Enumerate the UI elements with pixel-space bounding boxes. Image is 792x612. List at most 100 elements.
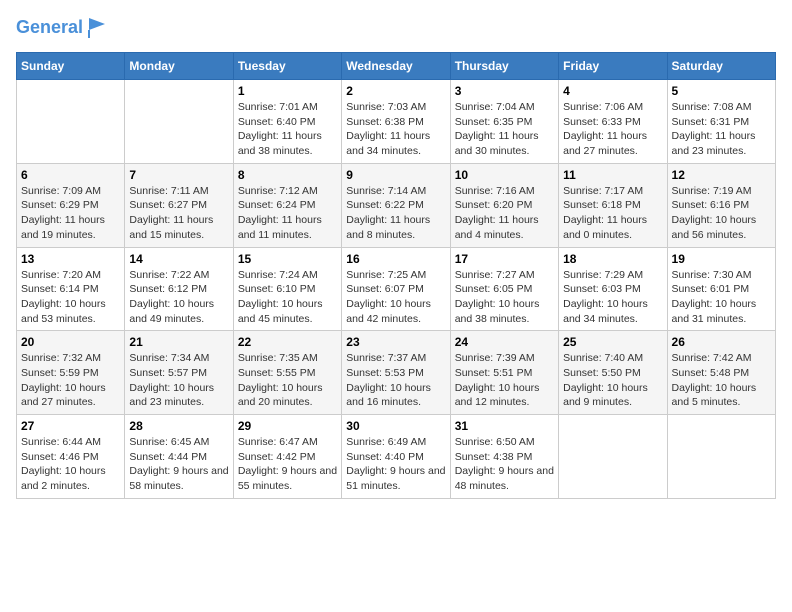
day-number: 20 [21,335,120,349]
day-info: Sunrise: 6:50 AM Sunset: 4:38 PM Dayligh… [455,435,554,494]
calendar-cell: 23 Sunrise: 7:37 AM Sunset: 5:53 PM Dayli… [342,331,450,415]
day-number: 21 [129,335,228,349]
calendar-cell: 21 Sunrise: 7:34 AM Sunset: 5:57 PM Dayli… [125,331,233,415]
day-info: Sunrise: 7:14 AM Sunset: 6:22 PM Dayligh… [346,184,445,243]
dow-header-thursday: Thursday [450,53,558,80]
calendar-cell: 20 Sunrise: 7:32 AM Sunset: 5:59 PM Dayli… [17,331,125,415]
day-info: Sunrise: 7:22 AM Sunset: 6:12 PM Dayligh… [129,268,228,327]
day-number: 22 [238,335,337,349]
calendar-cell: 12 Sunrise: 7:19 AM Sunset: 6:16 PM Dayli… [667,163,775,247]
calendar-cell: 1 Sunrise: 7:01 AM Sunset: 6:40 PM Daylig… [233,80,341,164]
dow-header-friday: Friday [559,53,667,80]
day-info: Sunrise: 7:29 AM Sunset: 6:03 PM Dayligh… [563,268,662,327]
page-header: General [16,16,776,40]
calendar-cell: 6Sunrise: 7:09 AM Sunset: 6:29 PM Daylig… [17,163,125,247]
calendar-cell: 7 Sunrise: 7:11 AM Sunset: 6:27 PM Daylig… [125,163,233,247]
day-number: 24 [455,335,554,349]
days-of-week-row: SundayMondayTuesdayWednesdayThursdayFrid… [17,53,776,80]
day-number: 30 [346,419,445,433]
week-row-1: 1 Sunrise: 7:01 AM Sunset: 6:40 PM Daylig… [17,80,776,164]
day-number: 27 [21,419,120,433]
day-number: 5 [672,84,771,98]
day-number: 11 [563,168,662,182]
calendar-cell: 10Sunrise: 7:16 AM Sunset: 6:20 PM Dayli… [450,163,558,247]
day-number: 7 [129,168,228,182]
day-info: Sunrise: 7:40 AM Sunset: 5:50 PM Dayligh… [563,351,662,410]
day-number: 4 [563,84,662,98]
calendar-cell: 8Sunrise: 7:12 AM Sunset: 6:24 PM Daylig… [233,163,341,247]
day-number: 12 [672,168,771,182]
day-info: Sunrise: 7:25 AM Sunset: 6:07 PM Dayligh… [346,268,445,327]
calendar-cell: 3 Sunrise: 7:04 AM Sunset: 6:35 PM Daylig… [450,80,558,164]
calendar-cell: 2Sunrise: 7:03 AM Sunset: 6:38 PM Daylig… [342,80,450,164]
day-number: 3 [455,84,554,98]
day-info: Sunrise: 7:01 AM Sunset: 6:40 PM Dayligh… [238,100,337,159]
day-info: Sunrise: 7:27 AM Sunset: 6:05 PM Dayligh… [455,268,554,327]
day-number: 1 [238,84,337,98]
calendar-cell: 29 Sunrise: 6:47 AM Sunset: 4:42 PM Dayli… [233,415,341,499]
calendar-cell: 19 Sunrise: 7:30 AM Sunset: 6:01 PM Dayli… [667,247,775,331]
day-number: 25 [563,335,662,349]
week-row-4: 20 Sunrise: 7:32 AM Sunset: 5:59 PM Dayli… [17,331,776,415]
logo: General [16,16,109,40]
day-number: 15 [238,252,337,266]
day-number: 2 [346,84,445,98]
day-info: Sunrise: 6:49 AM Sunset: 4:40 PM Dayligh… [346,435,445,494]
calendar-cell: 15 Sunrise: 7:24 AM Sunset: 6:10 PM Dayli… [233,247,341,331]
day-number: 19 [672,252,771,266]
day-info: Sunrise: 7:17 AM Sunset: 6:18 PM Dayligh… [563,184,662,243]
calendar-cell: 27 Sunrise: 6:44 AM Sunset: 4:46 PM Dayli… [17,415,125,499]
logo-icon [85,16,109,40]
day-info: Sunrise: 7:39 AM Sunset: 5:51 PM Dayligh… [455,351,554,410]
logo-text: General [16,18,83,38]
calendar-cell: 5Sunrise: 7:08 AM Sunset: 6:31 PM Daylig… [667,80,775,164]
calendar-cell: 26Sunrise: 7:42 AM Sunset: 5:48 PM Dayli… [667,331,775,415]
calendar-cell [667,415,775,499]
calendar-cell: 4 Sunrise: 7:06 AM Sunset: 6:33 PM Daylig… [559,80,667,164]
week-row-5: 27 Sunrise: 6:44 AM Sunset: 4:46 PM Dayli… [17,415,776,499]
calendar-cell: 28Sunrise: 6:45 AM Sunset: 4:44 PM Dayli… [125,415,233,499]
calendar-cell: 9 Sunrise: 7:14 AM Sunset: 6:22 PM Daylig… [342,163,450,247]
dow-header-wednesday: Wednesday [342,53,450,80]
day-info: Sunrise: 7:12 AM Sunset: 6:24 PM Dayligh… [238,184,337,243]
day-number: 14 [129,252,228,266]
day-number: 23 [346,335,445,349]
dow-header-sunday: Sunday [17,53,125,80]
day-info: Sunrise: 7:04 AM Sunset: 6:35 PM Dayligh… [455,100,554,159]
calendar-cell: 14 Sunrise: 7:22 AM Sunset: 6:12 PM Dayli… [125,247,233,331]
calendar-cell: 18 Sunrise: 7:29 AM Sunset: 6:03 PM Dayli… [559,247,667,331]
calendar-cell: 13Sunrise: 7:20 AM Sunset: 6:14 PM Dayli… [17,247,125,331]
calendar-cell: 25 Sunrise: 7:40 AM Sunset: 5:50 PM Dayli… [559,331,667,415]
day-info: Sunrise: 7:19 AM Sunset: 6:16 PM Dayligh… [672,184,771,243]
calendar-body: 1 Sunrise: 7:01 AM Sunset: 6:40 PM Daylig… [17,80,776,499]
calendar-cell: 16 Sunrise: 7:25 AM Sunset: 6:07 PM Dayli… [342,247,450,331]
day-number: 6 [21,168,120,182]
week-row-3: 13Sunrise: 7:20 AM Sunset: 6:14 PM Dayli… [17,247,776,331]
calendar-cell: 24 Sunrise: 7:39 AM Sunset: 5:51 PM Dayli… [450,331,558,415]
day-info: Sunrise: 7:24 AM Sunset: 6:10 PM Dayligh… [238,268,337,327]
day-number: 16 [346,252,445,266]
day-number: 29 [238,419,337,433]
day-info: Sunrise: 7:32 AM Sunset: 5:59 PM Dayligh… [21,351,120,410]
calendar-cell [125,80,233,164]
day-info: Sunrise: 7:11 AM Sunset: 6:27 PM Dayligh… [129,184,228,243]
calendar-cell: 17 Sunrise: 7:27 AM Sunset: 6:05 PM Dayli… [450,247,558,331]
day-info: Sunrise: 6:47 AM Sunset: 4:42 PM Dayligh… [238,435,337,494]
day-info: Sunrise: 7:37 AM Sunset: 5:53 PM Dayligh… [346,351,445,410]
day-info: Sunrise: 7:30 AM Sunset: 6:01 PM Dayligh… [672,268,771,327]
dow-header-saturday: Saturday [667,53,775,80]
day-info: Sunrise: 7:20 AM Sunset: 6:14 PM Dayligh… [21,268,120,327]
calendar-cell: 30 Sunrise: 6:49 AM Sunset: 4:40 PM Dayli… [342,415,450,499]
week-row-2: 6Sunrise: 7:09 AM Sunset: 6:29 PM Daylig… [17,163,776,247]
day-info: Sunrise: 7:35 AM Sunset: 5:55 PM Dayligh… [238,351,337,410]
day-info: Sunrise: 7:06 AM Sunset: 6:33 PM Dayligh… [563,100,662,159]
calendar-cell [559,415,667,499]
day-number: 9 [346,168,445,182]
calendar-table: SundayMondayTuesdayWednesdayThursdayFrid… [16,52,776,499]
day-number: 26 [672,335,771,349]
day-info: Sunrise: 7:34 AM Sunset: 5:57 PM Dayligh… [129,351,228,410]
day-info: Sunrise: 6:45 AM Sunset: 4:44 PM Dayligh… [129,435,228,494]
day-info: Sunrise: 6:44 AM Sunset: 4:46 PM Dayligh… [21,435,120,494]
day-number: 17 [455,252,554,266]
day-number: 18 [563,252,662,266]
